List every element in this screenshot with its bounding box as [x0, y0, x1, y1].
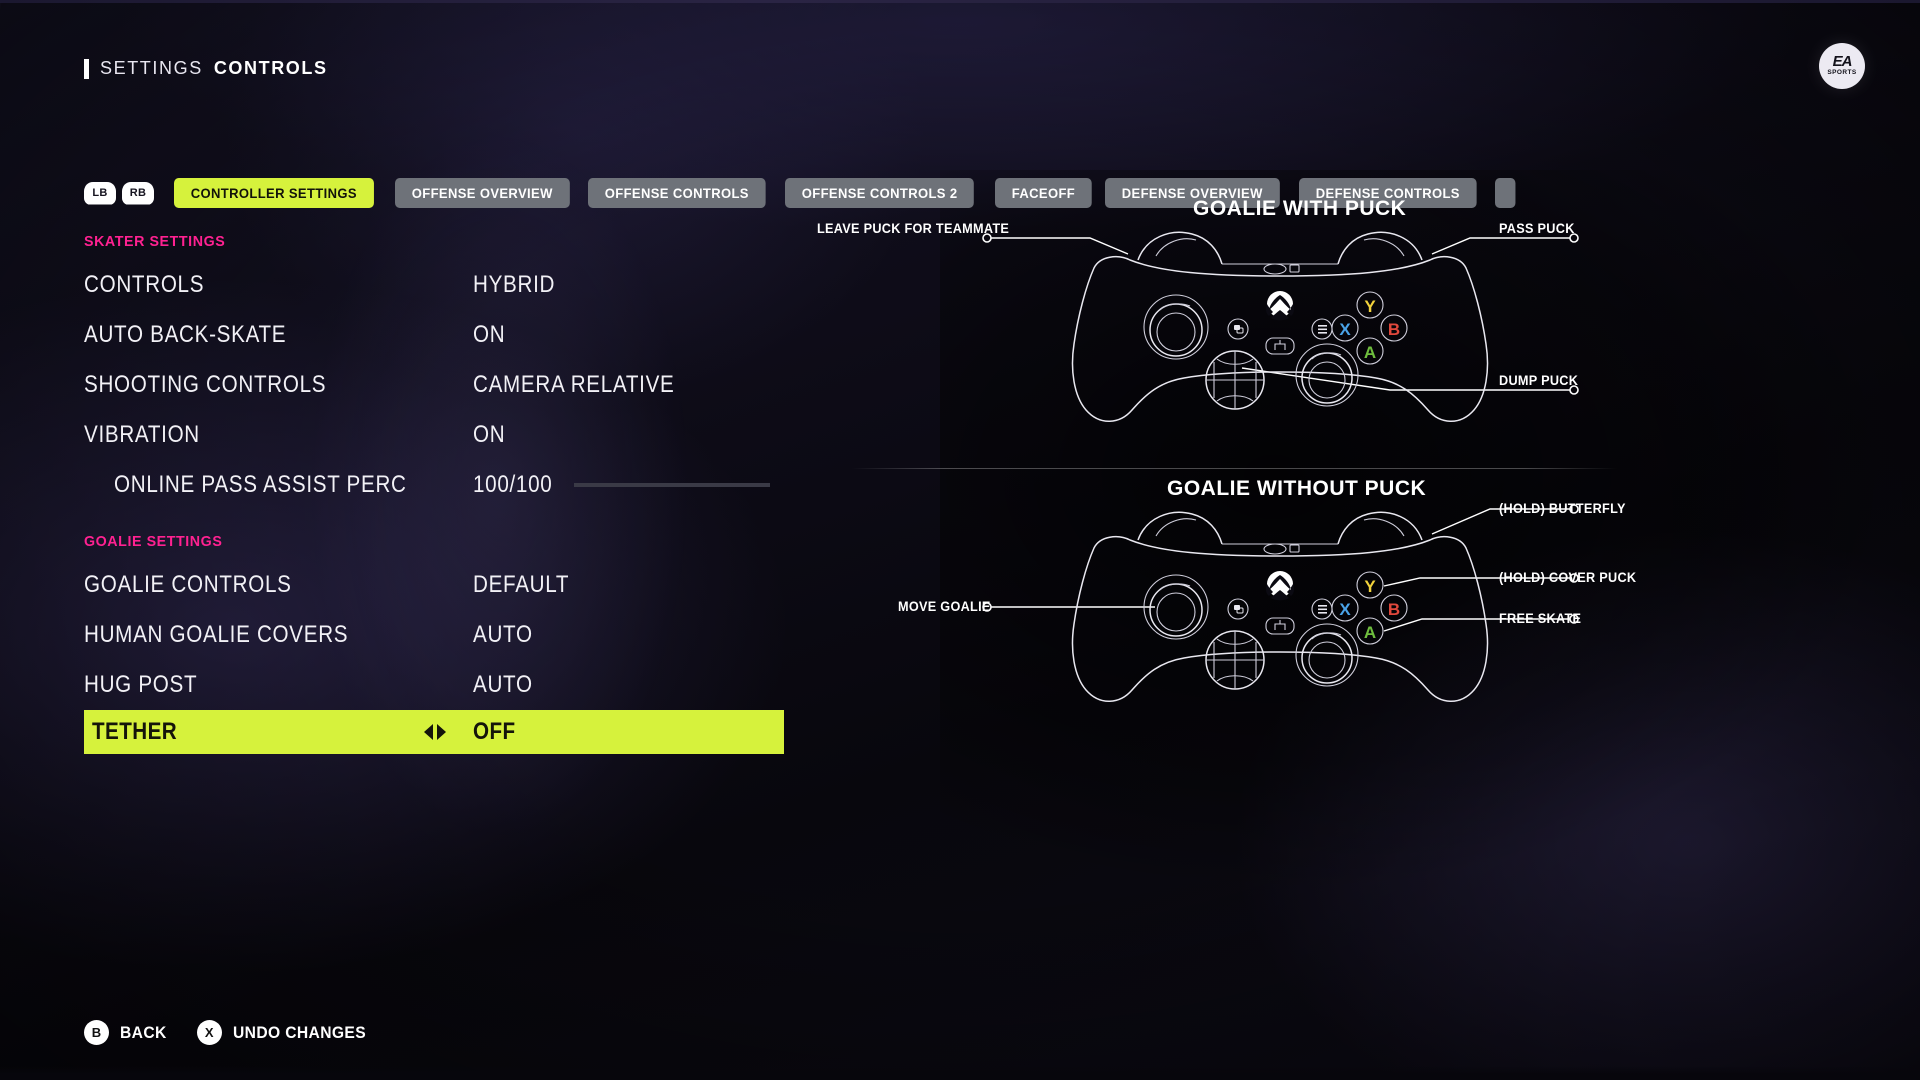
face-button-a-glyph: A: [1364, 623, 1376, 642]
undo-changes-button[interactable]: X UNDO CHANGES: [196, 1020, 378, 1045]
xbox-guide-button: [1265, 571, 1295, 601]
setting-row-controls[interactable]: CONTROLS HYBRID: [84, 260, 944, 310]
controller-body-outline: [1071, 231, 1489, 422]
setting-label: AUTO BACK-SKATE: [84, 321, 287, 348]
controller-diagrams: GOALIE WITH PUCK LEAVE PUCK FOR TEAMMATE…: [817, 197, 1920, 940]
diagram-title-goalie-without-puck: GOALIE WITHOUT PUCK: [1167, 477, 1427, 500]
setting-row-human-goalie-covers[interactable]: HUMAN GOALIE COVERS AUTO: [84, 610, 944, 660]
xbox-guide-button: [1265, 291, 1295, 321]
setting-row-goalie-controls[interactable]: GOALIE CONTROLS DEFAULT: [84, 560, 944, 610]
online-pass-assist-slider[interactable]: [574, 483, 770, 487]
settings-list: SKATER SETTINGS CONTROLS HYBRID AUTO BAC…: [84, 228, 944, 754]
ea-logo-text: EA: [1832, 53, 1853, 70]
left-analog-stick: [1143, 294, 1209, 360]
face-buttons: Y X B A: [1331, 291, 1408, 365]
face-button-a-glyph: A: [1364, 343, 1376, 362]
face-button-x-glyph: X: [1339, 320, 1351, 339]
setting-label: SHOOTING CONTROLS: [84, 371, 327, 398]
setting-row-auto-back-skate[interactable]: AUTO BACK-SKATE ON: [84, 310, 944, 360]
tab-offense-overview[interactable]: OFFENSE OVERVIEW: [394, 178, 570, 208]
bottom-strip: [0, 1066, 1920, 1080]
setting-label: CONTROLS: [84, 271, 205, 298]
face-button-y-glyph: Y: [1364, 297, 1376, 316]
face-button-x-glyph: X: [1339, 600, 1351, 619]
setting-value: AUTO: [473, 621, 533, 648]
tab-controller-settings[interactable]: CONTROLLER SETTINGS: [174, 178, 374, 208]
leader-lines-bottom: [982, 504, 1579, 632]
section-header-skater: SKATER SETTINGS: [84, 232, 226, 250]
bumper-rb-icon[interactable]: RB: [122, 181, 154, 205]
header-accent-bar: [84, 58, 89, 79]
setting-label: GOALIE CONTROLS: [84, 571, 292, 598]
section-header-goalie: GOALIE SETTINGS: [84, 532, 223, 550]
footer-actions: B BACK X UNDO CHANGES: [84, 1020, 377, 1045]
setting-value: ON: [473, 321, 506, 348]
setting-value: AUTO: [473, 671, 533, 698]
setting-label: TETHER: [92, 718, 178, 745]
setting-label: VIBRATION: [84, 421, 200, 448]
setting-row-shooting-controls[interactable]: SHOOTING CONTROLS CAMERA RELATIVE: [84, 360, 944, 410]
face-button-b-glyph: B: [1388, 320, 1400, 339]
d-pad: [1205, 350, 1265, 410]
value-stepper-arrows[interactable]: [424, 724, 446, 740]
setting-label: ONLINE PASS ASSIST PERC: [114, 471, 407, 498]
back-label: BACK: [120, 1022, 167, 1042]
top-accent-line: [0, 0, 1920, 3]
setting-row-vibration[interactable]: VIBRATION ON: [84, 410, 944, 460]
setting-value: OFF: [473, 718, 516, 745]
ea-sports-logo: EA SPORTS: [1819, 43, 1865, 89]
button-x-icon: X: [196, 1020, 222, 1045]
setting-value: 100/100: [473, 471, 553, 498]
face-button-y-glyph: Y: [1364, 577, 1376, 596]
diagram-title-goalie-with-puck: GOALIE WITH PUCK: [1193, 197, 1407, 220]
button-b-icon: B: [84, 1020, 109, 1045]
setting-value: CAMERA RELATIVE: [473, 371, 675, 398]
bumper-lb-icon[interactable]: LB: [84, 181, 116, 205]
ea-logo-sports-text: SPORTS: [1827, 69, 1857, 76]
page-title: CONTROLS: [213, 58, 328, 78]
tab-offense-controls[interactable]: OFFENSE CONTROLS: [588, 178, 766, 208]
undo-changes-label: UNDO CHANGES: [232, 1022, 366, 1042]
page-header: SETTINGS CONTROLS: [84, 58, 328, 79]
setting-value: HYBRID: [473, 271, 556, 298]
setting-row-tether[interactable]: TETHER OFF: [84, 710, 784, 754]
chevron-right-icon[interactable]: [437, 724, 446, 740]
controller-illustration-with-puck: Y X B A: [982, 231, 1579, 422]
setting-row-hug-post[interactable]: HUG POST AUTO: [84, 660, 944, 710]
setting-value: ON: [473, 421, 506, 448]
diagram-divider: [852, 468, 1617, 469]
setting-row-online-pass-assist[interactable]: ONLINE PASS ASSIST PERC 100/100: [84, 460, 944, 510]
setting-value: DEFAULT: [473, 571, 570, 598]
setting-label: HUG POST: [84, 671, 198, 698]
chevron-left-icon[interactable]: [424, 724, 433, 740]
breadcrumb-settings: SETTINGS: [100, 58, 203, 78]
auxiliary-buttons: [1227, 598, 1333, 635]
auxiliary-buttons: [1227, 318, 1333, 355]
face-button-b-glyph: B: [1388, 600, 1400, 619]
controller-illustration-without-puck: Y X B A: [982, 504, 1579, 702]
setting-label: HUMAN GOALIE COVERS: [84, 621, 349, 648]
d-pad: [1205, 630, 1265, 690]
back-button[interactable]: B BACK: [84, 1020, 171, 1045]
